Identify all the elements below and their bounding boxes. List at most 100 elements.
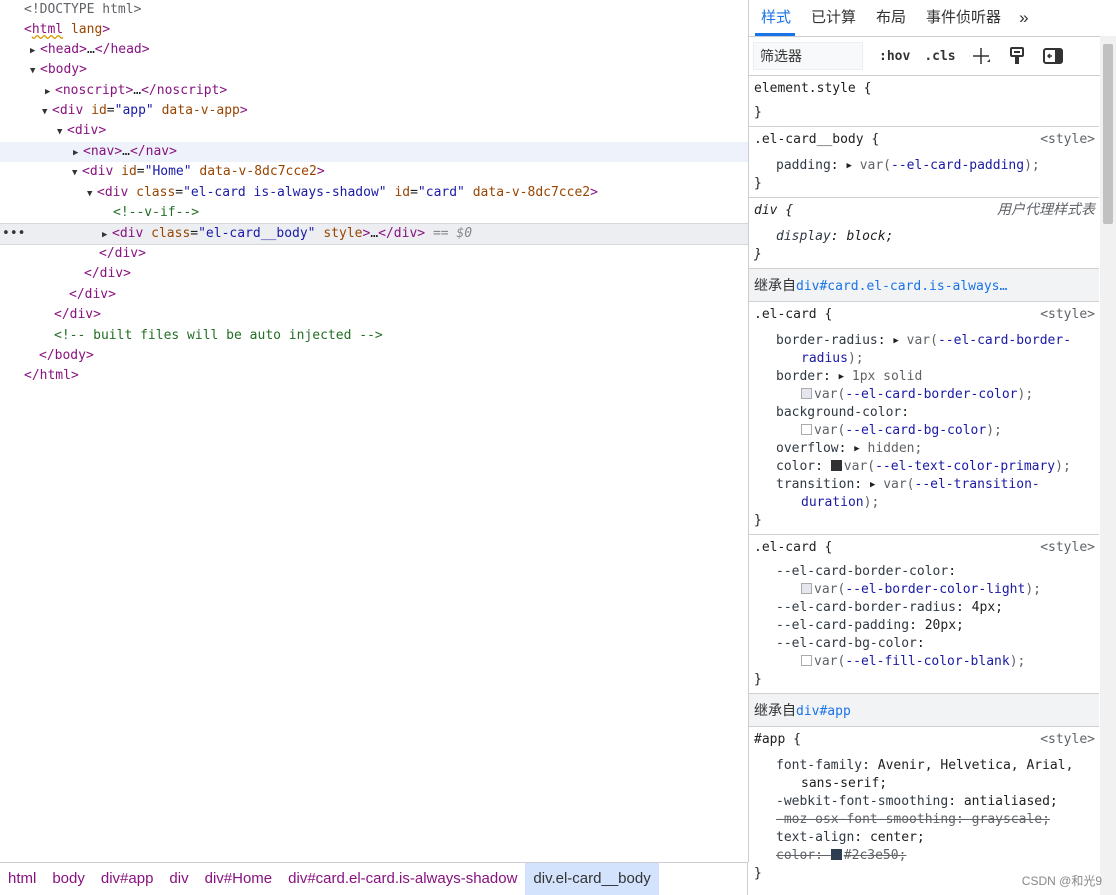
collapse-arrow-icon[interactable]: ▼ bbox=[57, 122, 67, 142]
expand-arrow-icon[interactable]: ▶ bbox=[73, 143, 83, 163]
color-swatch[interactable] bbox=[801, 655, 812, 666]
declaration-font-family[interactable]: font-family: Avenir, Helvetica, Arial, bbox=[754, 757, 1099, 775]
expand-arrow-icon[interactable]: ▶ bbox=[854, 444, 859, 454]
inherited-element-link[interactable]: div#app bbox=[796, 704, 851, 719]
collapse-arrow-icon[interactable]: ▼ bbox=[87, 184, 97, 204]
variable-link[interactable]: --el-transition- bbox=[915, 477, 1040, 492]
rule-el-card-vars[interactable]: <style> .el-card { --el-card-border-colo… bbox=[749, 535, 1099, 694]
variable-link[interactable]: --el-card-bg-color bbox=[845, 423, 986, 438]
rule-source-link[interactable]: <style> bbox=[1040, 539, 1095, 557]
variable-link[interactable]: --el-card-padding bbox=[891, 158, 1024, 173]
variable-link-cont[interactable]: radius bbox=[801, 351, 848, 366]
variable-link[interactable]: --el-text-color-primary bbox=[875, 459, 1055, 474]
color-swatch[interactable] bbox=[830, 460, 842, 471]
more-dots-icon[interactable]: ••• bbox=[2, 224, 25, 244]
attr-value: "Home" bbox=[144, 164, 192, 179]
tab-styles[interactable]: 样式 bbox=[749, 1, 799, 36]
scrollbar-thumb[interactable] bbox=[1103, 44, 1113, 224]
color-swatch[interactable] bbox=[830, 849, 842, 860]
declaration-card-bg-color[interactable]: --el-card-bg-color: bbox=[754, 635, 1099, 653]
variable-link[interactable]: --el-card-border-color bbox=[845, 387, 1017, 402]
declaration-text-align[interactable]: text-align: center; bbox=[754, 829, 1099, 847]
card-body-node[interactable]: ••• ▶ <div class="el-card__body" style>…</… bbox=[0, 223, 748, 245]
filter-input[interactable]: 筛选器 bbox=[753, 42, 863, 70]
rule-div-ua[interactable]: 用户代理样式表 div { display: block; } bbox=[749, 198, 1099, 269]
rule-el-card-body[interactable]: <style> .el-card__body { padding: ▶ var(… bbox=[749, 127, 1099, 198]
close-body-line[interactable]: </body> bbox=[0, 346, 748, 366]
expand-arrow-icon[interactable]: ▶ bbox=[839, 372, 844, 382]
declaration-moz-font-smoothing-overridden[interactable]: -moz-osx-font-smoothing: grayscale; bbox=[754, 811, 1099, 829]
body-node[interactable]: ▼ <body> bbox=[0, 60, 748, 80]
close-div-line[interactable]: </div> bbox=[0, 244, 748, 264]
property-value: 1px solid bbox=[851, 369, 923, 384]
paint-brush-icon[interactable] bbox=[1006, 45, 1028, 67]
hov-toggle-button[interactable]: :hov bbox=[879, 49, 910, 64]
variable-link[interactable]: --el-card-border- bbox=[938, 333, 1071, 348]
breadcrumb-div-home[interactable]: div#Home bbox=[197, 863, 281, 895]
div-node[interactable]: ▼ <div> bbox=[0, 121, 748, 141]
doctype-line[interactable]: <!DOCTYPE html> bbox=[0, 0, 748, 20]
declaration-card-border-radius[interactable]: --el-card-border-radius: 4px; bbox=[754, 599, 1099, 617]
new-rule-plus-icon[interactable] bbox=[970, 45, 992, 67]
close-div-line[interactable]: </div> bbox=[0, 285, 748, 305]
inherited-element-link[interactable]: div#card.el-card.is-always… bbox=[796, 279, 1007, 294]
color-swatch[interactable] bbox=[801, 583, 812, 594]
nav-node[interactable]: ▶ <nav>…</nav> bbox=[0, 142, 748, 162]
rule-source-link[interactable]: <style> bbox=[1040, 131, 1095, 149]
breadcrumb-div-app[interactable]: div#app bbox=[93, 863, 162, 895]
rule-source-link[interactable]: <style> bbox=[1040, 731, 1095, 749]
expand-arrow-icon[interactable]: ▶ bbox=[870, 480, 875, 490]
rule-element-style[interactable]: element.style { } bbox=[749, 76, 1099, 127]
variable-link-cont[interactable]: duration bbox=[801, 495, 864, 510]
declaration-border[interactable]: border: ▶ 1px solid bbox=[754, 368, 1099, 386]
built-comment-node[interactable]: <!-- built files will be auto injected -… bbox=[0, 326, 748, 346]
breadcrumb-body[interactable]: body bbox=[44, 863, 93, 895]
cls-toggle-button[interactable]: .cls bbox=[924, 49, 955, 64]
declaration-webkit-font-smoothing[interactable]: -webkit-font-smoothing: antialiased; bbox=[754, 793, 1099, 811]
breadcrumb-card-body[interactable]: div.el-card__body bbox=[525, 863, 659, 895]
declaration-card-padding[interactable]: --el-card-padding: 20px; bbox=[754, 617, 1099, 635]
tab-layout[interactable]: 布局 bbox=[864, 1, 914, 35]
toggle-sidebar-icon[interactable] bbox=[1042, 45, 1064, 67]
rule-app[interactable]: <style> #app { font-family: Avenir, Helv… bbox=[749, 727, 1099, 887]
head-node[interactable]: ▶ <head>…</head> bbox=[0, 40, 748, 60]
expand-arrow-icon[interactable]: ▶ bbox=[893, 336, 898, 346]
breadcrumb-div-card[interactable]: div#card.el-card.is-always-shadow bbox=[280, 863, 525, 895]
styles-scrollbar[interactable] bbox=[1100, 36, 1116, 895]
collapse-arrow-icon[interactable]: ▼ bbox=[72, 163, 82, 183]
declaration-overflow[interactable]: overflow: ▶ hidden; bbox=[754, 440, 1099, 458]
home-div-node[interactable]: ▼ <div id="Home" data-v-8dc7cce2> bbox=[0, 162, 748, 182]
collapse-arrow-icon[interactable]: ▼ bbox=[42, 102, 52, 122]
html-node[interactable]: <html lang> bbox=[0, 20, 748, 40]
declaration-transition[interactable]: transition: ▶ var(--el-transition- bbox=[754, 476, 1099, 494]
v-if-comment-node[interactable]: <!--v-if--> bbox=[0, 203, 748, 223]
color-swatch[interactable] bbox=[801, 424, 812, 435]
declaration-background-color[interactable]: background-color: bbox=[754, 404, 1099, 422]
card-div-node[interactable]: ▼ <div class="el-card is-always-shadow" i… bbox=[0, 183, 748, 203]
close-div-line[interactable]: </div> bbox=[0, 264, 748, 284]
breadcrumb-html[interactable]: html bbox=[0, 863, 44, 895]
noscript-node[interactable]: ▶ <noscript>…</noscript> bbox=[0, 81, 748, 101]
breadcrumb-div[interactable]: div bbox=[161, 863, 196, 895]
expand-arrow-icon[interactable]: ▶ bbox=[102, 225, 112, 245]
collapse-arrow-icon[interactable]: ▼ bbox=[30, 61, 40, 81]
rule-source-link[interactable]: <style> bbox=[1040, 306, 1095, 324]
declaration-border-radius[interactable]: border-radius: ▶ var(--el-card-border- bbox=[754, 332, 1099, 350]
tab-event-listeners[interactable]: 事件侦听器 bbox=[914, 1, 1009, 35]
declaration-color[interactable]: color: var(--el-text-color-primary); bbox=[754, 458, 1099, 476]
variable-link[interactable]: --el-fill-color-blank bbox=[845, 654, 1009, 669]
close-html-line[interactable]: </html> bbox=[0, 366, 748, 386]
expand-arrow-icon[interactable]: ▶ bbox=[45, 82, 55, 102]
declaration-color-overridden[interactable]: color: #2c3e50; bbox=[754, 847, 1099, 865]
app-div-node[interactable]: ▼ <div id="app" data-v-app> bbox=[0, 101, 748, 121]
close-div-line[interactable]: </div> bbox=[0, 305, 748, 325]
declaration-card-border-color[interactable]: --el-card-border-color: bbox=[754, 563, 1099, 581]
tab-computed[interactable]: 已计算 bbox=[799, 1, 864, 35]
expand-arrow-icon[interactable]: ▶ bbox=[30, 41, 40, 61]
declaration-padding[interactable]: padding: ▶ var(--el-card-padding); bbox=[754, 157, 1099, 175]
rule-el-card[interactable]: <style> .el-card { border-radius: ▶ var(… bbox=[749, 302, 1099, 535]
more-tabs-chevron-icon[interactable]: » bbox=[1009, 8, 1038, 28]
color-swatch[interactable] bbox=[801, 388, 812, 399]
expand-arrow-icon[interactable]: ▶ bbox=[846, 161, 851, 171]
variable-link[interactable]: --el-border-color-light bbox=[845, 582, 1025, 597]
